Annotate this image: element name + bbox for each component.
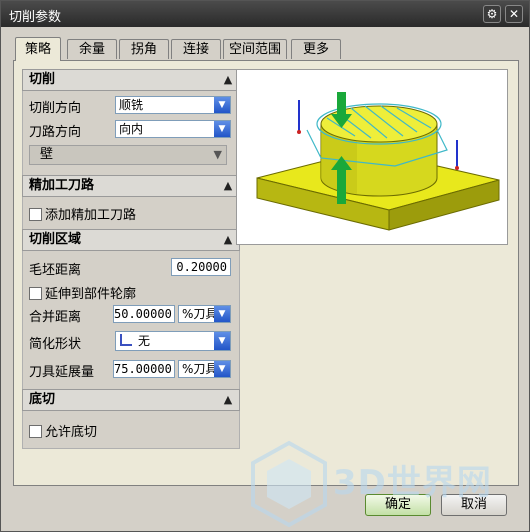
- path-direction-value: 向内: [119, 122, 144, 136]
- cutting-group-title: 切削: [29, 72, 56, 87]
- finish-group-body: 添加精加工刀路: [22, 197, 240, 229]
- tab-stock[interactable]: 余量: [67, 39, 117, 59]
- merge-unit-value: %刀具: [182, 307, 218, 321]
- chevron-down-icon: ▼: [214, 306, 230, 322]
- tool-extension-unit-select[interactable]: %刀具 ▼: [178, 360, 231, 378]
- dialog-title: 切削参数: [9, 10, 62, 25]
- simplify-shape-label: 简化形状: [29, 337, 82, 352]
- collapse-up-icon[interactable]: ▲: [219, 71, 237, 89]
- tool-extension-unit-value: %刀具: [182, 362, 218, 376]
- expand-down-icon: ▼: [213, 148, 222, 161]
- blank-distance-label: 毛坯距离: [29, 263, 82, 278]
- merge-unit-select[interactable]: %刀具 ▼: [178, 305, 231, 323]
- path-direction-label: 刀路方向: [29, 125, 82, 140]
- allow-undercut-checkbox[interactable]: 允许底切: [29, 421, 97, 440]
- ok-button[interactable]: 确定: [365, 494, 431, 516]
- collapse-up-icon[interactable]: ▲: [219, 231, 237, 249]
- shape-icon: [120, 334, 132, 346]
- strategy-panel: 切削 ▲ 切削方向 顺铣 ▼ 刀路方向 向内 ▼ 壁 ▼ 精加工刀路 ▲ 添加精…: [13, 60, 519, 486]
- merge-distance-input[interactable]: 50.00000: [113, 305, 175, 323]
- tab-corners[interactable]: 拐角: [119, 39, 169, 59]
- blank-distance-input[interactable]: 0.20000: [171, 258, 231, 276]
- tool-extension-input[interactable]: 75.00000: [113, 360, 175, 378]
- simplify-shape-value: 无: [138, 334, 151, 348]
- tab-more[interactable]: 更多: [291, 39, 341, 59]
- checkbox-box[interactable]: [29, 208, 42, 221]
- region-group-title: 切削区域: [29, 232, 82, 247]
- allow-undercut-label: 允许底切: [45, 425, 98, 440]
- undercut-group-body: 允许底切: [22, 411, 240, 449]
- left-column: 切削 ▲ 切削方向 顺铣 ▼ 刀路方向 向内 ▼ 壁 ▼ 精加工刀路 ▲ 添加精…: [22, 69, 240, 449]
- wall-subgroup-button[interactable]: 壁 ▼: [29, 145, 227, 165]
- title-bar: 切削参数 ⚙ ✕: [1, 1, 529, 27]
- add-finish-pass-label: 添加精加工刀路: [45, 208, 137, 223]
- extend-to-part-outline-checkbox[interactable]: 延伸到部件轮廓: [29, 283, 136, 302]
- cut-direction-value: 顺铣: [119, 98, 144, 112]
- checkbox-box[interactable]: [29, 287, 42, 300]
- add-finish-pass-checkbox[interactable]: 添加精加工刀路: [29, 204, 136, 223]
- path-direction-select[interactable]: 向内 ▼: [115, 120, 231, 138]
- cutting-group-body: 切削方向 顺铣 ▼ 刀路方向 向内 ▼ 壁 ▼: [22, 91, 240, 175]
- cancel-button[interactable]: 取消: [441, 494, 507, 516]
- close-icon[interactable]: ✕: [505, 5, 523, 23]
- cutting-params-dialog: 切削参数 ⚙ ✕ 策略 余量 拐角 连接 空间范围 更多 切削 ▲ 切削方向 顺…: [0, 0, 530, 532]
- region-group-header[interactable]: 切削区域 ▲: [22, 229, 240, 251]
- settings-gear-icon[interactable]: ⚙: [483, 5, 501, 23]
- collapse-up-icon[interactable]: ▲: [219, 177, 237, 195]
- strategy-preview-image: [236, 69, 508, 245]
- wall-label: 壁: [40, 147, 54, 162]
- checkbox-box[interactable]: [29, 425, 42, 438]
- chevron-down-icon: ▼: [214, 332, 230, 350]
- finish-group-title: 精加工刀路: [29, 178, 95, 193]
- climb-inward-illustration: [256, 92, 500, 231]
- tool-extension-label: 刀具延展量: [29, 365, 95, 380]
- extend-label: 延伸到部件轮廓: [45, 287, 137, 302]
- tab-strategy[interactable]: 策略: [15, 37, 61, 61]
- tab-connections[interactable]: 连接: [171, 39, 221, 59]
- chevron-down-icon: ▼: [214, 361, 230, 377]
- chevron-down-icon: ▼: [214, 97, 230, 113]
- cutting-group-header[interactable]: 切削 ▲: [22, 69, 240, 91]
- tab-containment[interactable]: 空间范围: [223, 39, 287, 59]
- chevron-down-icon: ▼: [214, 121, 230, 137]
- region-group-body: 毛坯距离 0.20000 延伸到部件轮廓 合并距离 50.00000 %刀具 ▼…: [22, 251, 240, 389]
- finish-group-header[interactable]: 精加工刀路 ▲: [22, 175, 240, 197]
- undercut-group-header[interactable]: 底切 ▲: [22, 389, 240, 411]
- cut-direction-select[interactable]: 顺铣 ▼: [115, 96, 231, 114]
- simplify-shape-select[interactable]: 无 ▼: [115, 331, 231, 351]
- merge-distance-label: 合并距离: [29, 310, 82, 325]
- collapse-up-icon[interactable]: ▲: [219, 391, 237, 409]
- undercut-group-title: 底切: [29, 392, 56, 407]
- cut-direction-label: 切削方向: [29, 101, 82, 116]
